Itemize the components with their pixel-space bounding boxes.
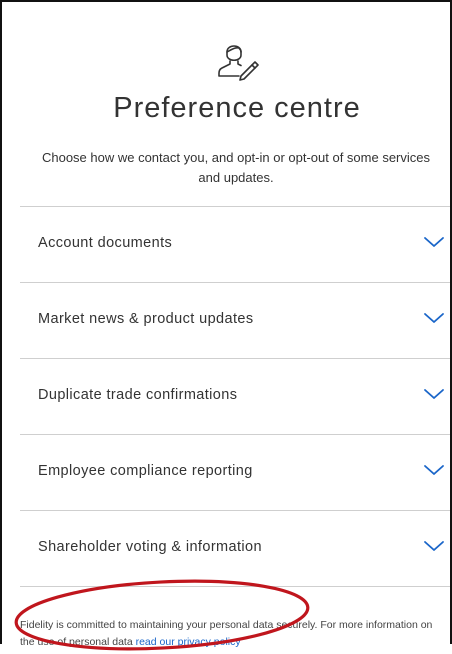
accordion-item-label: Account documents <box>38 235 173 251</box>
privacy-policy-link[interactable]: read our privacy policy <box>136 636 241 648</box>
accordion-item-label: Market news & product updates <box>38 311 254 327</box>
preferences-accordion: Account documents Market news & product … <box>20 206 450 587</box>
page-frame: Preference centre Choose how we contact … <box>0 0 452 651</box>
accordion-item-market-news[interactable]: Market news & product updates <box>20 282 450 358</box>
page-title: Preference centre <box>113 92 361 124</box>
preference-centre-panel: Preference centre Choose how we contact … <box>20 2 452 648</box>
chevron-down-icon[interactable] <box>422 386 446 402</box>
chevron-down-icon[interactable] <box>422 310 446 326</box>
accordion-item-label: Shareholder voting & information <box>38 539 262 555</box>
accordion-item-account-documents[interactable]: Account documents <box>20 206 450 282</box>
user-edit-icon <box>218 45 259 81</box>
accordion-item-label: Employee compliance reporting <box>38 463 253 479</box>
accordion-item-shareholder-voting[interactable]: Shareholder voting & information <box>20 510 450 587</box>
privacy-notice: Fidelity is committed to maintaining you… <box>20 617 440 651</box>
chevron-down-icon[interactable] <box>422 538 446 554</box>
accordion-item-label: Duplicate trade confirmations <box>38 387 238 403</box>
page-subtitle: Choose how we contact you, and opt-in or… <box>41 150 431 185</box>
chevron-down-icon[interactable] <box>422 234 446 250</box>
accordion-item-duplicate-trade-confirmations[interactable]: Duplicate trade confirmations <box>20 358 450 434</box>
accordion-item-employee-compliance-reporting[interactable]: Employee compliance reporting <box>20 434 450 510</box>
chevron-down-icon[interactable] <box>422 462 446 478</box>
